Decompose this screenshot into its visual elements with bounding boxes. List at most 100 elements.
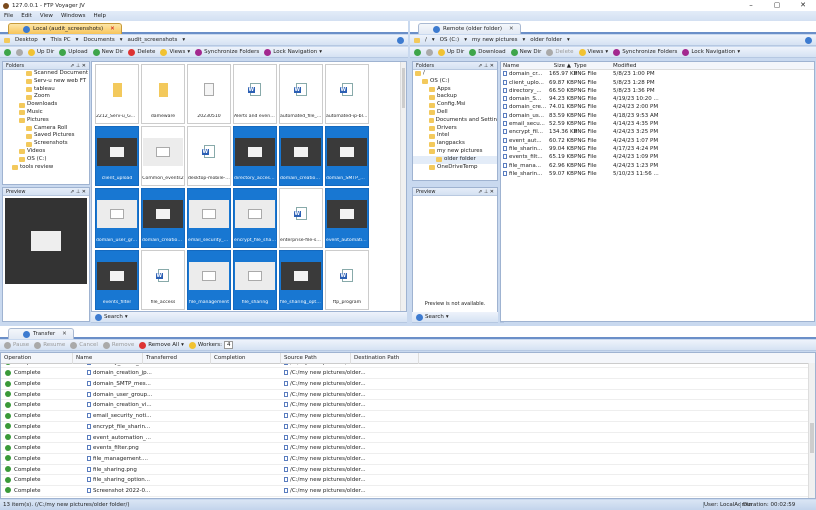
table-row[interactable]: Complete email_security_noti... /C:/my new…	[1, 411, 815, 422]
newdir-button[interactable]: New Dir	[92, 48, 123, 56]
table-row[interactable]: Complete file_sharing.png/C:/my new pictu…	[1, 465, 815, 476]
file-tile[interactable]: domain_user_grou...	[95, 188, 139, 248]
cancel-button[interactable]: Cancel	[70, 341, 98, 349]
table-row[interactable]: Complete domain_user_group... /C:/my new p…	[1, 390, 815, 401]
download-button[interactable]: Download	[469, 48, 506, 56]
delete-button[interactable]: Delete	[128, 48, 155, 56]
panel-controls[interactable]: ⇗ ⊥ ✕	[478, 63, 494, 69]
tree-item[interactable]: backup	[413, 93, 497, 101]
file-row[interactable]: file_sharin... 99.04 KB PNG File 4/17/23 4:…	[501, 145, 814, 153]
crumb[interactable]: OS (C:)	[440, 37, 460, 43]
crumb[interactable]: Documents	[83, 37, 114, 43]
file-row[interactable]: event_aut... 60.72 KB PNG File 4/24/23 1:07…	[501, 137, 814, 145]
tree-item[interactable]: OneDriveTemp	[413, 164, 497, 172]
table-row[interactable]: Complete file_sharing_option... /C:/my new…	[1, 475, 815, 486]
tree-item[interactable]: /	[413, 70, 497, 78]
column-name[interactable]: Name	[501, 62, 549, 70]
panel-controls[interactable]: ⇗ ⊥ ✕	[478, 189, 494, 195]
file-row[interactable]: directory_... 66.50 KB PNG File 5/8/23 1:36…	[501, 87, 814, 95]
column-modified[interactable]: Modified	[613, 62, 673, 70]
file-tile[interactable]: file_access	[141, 250, 185, 310]
forward-icon[interactable]	[16, 48, 23, 56]
file-tile[interactable]: dameware	[141, 64, 185, 124]
column-header[interactable]: Completion	[211, 353, 281, 364]
table-row[interactable]: Complete domain_creation_vi... /C:/my new …	[1, 400, 815, 412]
file-row[interactable]: events_filt... 65.19 KB PNG File 4/24/23 1:…	[501, 153, 814, 161]
vertical-scrollbar[interactable]	[400, 62, 406, 311]
tree-item[interactable]: Dell	[413, 109, 497, 117]
tree-item[interactable]: Screenshots	[3, 140, 89, 148]
crumb[interactable]: my new pictures	[472, 37, 518, 43]
table-row[interactable]: Complete file_management.... /C:/my new pi…	[1, 454, 815, 465]
close-tab-icon[interactable]: ✕	[62, 331, 67, 337]
menu-edit[interactable]: Edit	[21, 13, 32, 19]
crumb[interactable]: /	[425, 37, 427, 43]
tree-item[interactable]: my new pictures	[413, 148, 497, 156]
column-header[interactable]: Destination Path	[351, 353, 419, 364]
column-size[interactable]: Size ▲	[549, 62, 571, 70]
table-row[interactable]: Complete encrypt_file_sharin... /C:/my new…	[1, 422, 815, 433]
file-tile[interactable]: Alerts and events ...	[233, 64, 277, 124]
file-row[interactable]: domain_us... 83.59 KB PNG File 4/18/23 9:53…	[501, 112, 814, 120]
column-header[interactable]: Transferred	[143, 353, 211, 364]
folder-tree[interactable]: Scanned Document Serv-u new web FT tableau…	[3, 70, 89, 171]
refresh-icon[interactable]	[397, 36, 404, 44]
table-row[interactable]: Complete event_automation_... /C:/my new p…	[1, 433, 815, 444]
back-icon[interactable]	[414, 48, 421, 56]
file-tile[interactable]: ftp_program	[325, 250, 369, 310]
tab-local[interactable]: Local (audit_screenshots) ✕	[8, 23, 122, 34]
remove-button[interactable]: Remove	[102, 341, 134, 349]
tree-item[interactable]: Drivers	[413, 125, 497, 133]
file-tile[interactable]: file_management	[187, 250, 231, 310]
panel-controls[interactable]: ⇗ ⊥ ✕	[70, 63, 86, 69]
file-tile[interactable]: 2212_Serv-u_Gat...	[95, 64, 139, 124]
resume-button[interactable]: Resume	[34, 341, 65, 349]
tree-item[interactable]: tableau	[3, 86, 89, 94]
panel-controls[interactable]: ⇗ ⊥ ✕	[70, 189, 86, 195]
close-tab-icon[interactable]: ✕	[110, 26, 115, 32]
tree-item[interactable]: Config.Msi	[413, 101, 497, 109]
maximize-button[interactable]: ▢	[764, 0, 790, 11]
back-icon[interactable]	[4, 48, 11, 56]
file-row[interactable]: domain_S... 94.23 KB PNG File 4/19/23 10:20…	[501, 95, 814, 103]
file-tile[interactable]: automated-ip-bloc...	[325, 64, 369, 124]
tree-item[interactable]: Downloads	[3, 101, 89, 109]
upload-button[interactable]: Upload	[59, 48, 88, 56]
folder-tree[interactable]: / OS (C:) Apps backup Config.Msi Dell Document…	[413, 70, 497, 171]
local-address-bar[interactable]: Desktop ▾ This PC ▾ Documents ▾ audit_scree…	[0, 35, 408, 46]
crumb[interactable]: audit_screenshots	[128, 37, 178, 43]
file-row[interactable]: client_uplo... 69.87 KB PNG File 5/8/23 1:2…	[501, 79, 814, 87]
file-tile[interactable]: file_sharing_options	[279, 250, 323, 310]
file-tile[interactable]: domain_creation_jp	[279, 126, 323, 186]
remote-address-bar[interactable]: / ▾ OS (C:) ▾ my new pictures ▾ older folde…	[410, 35, 816, 46]
file-tile[interactable]: Common_events2	[141, 126, 185, 186]
crumb[interactable]: older folder	[530, 37, 562, 43]
tree-item[interactable]: langpacks	[413, 140, 497, 148]
close-button[interactable]: ✕	[790, 0, 816, 11]
views-button[interactable]: Views ▾	[578, 48, 608, 56]
file-tile[interactable]: enterprise-file-sha...	[279, 188, 323, 248]
updir-button[interactable]: Up Dir	[438, 48, 464, 56]
file-tile[interactable]: domain_SMTP_me...	[325, 126, 369, 186]
file-tile[interactable]: domain_creation_...	[141, 188, 185, 248]
sync-folders-button[interactable]: Synchronize Folders	[613, 48, 677, 56]
remove-all-button[interactable]: Remove All ▾	[139, 341, 184, 349]
file-tile[interactable]: events_filter	[95, 250, 139, 310]
refresh-icon[interactable]	[805, 36, 812, 44]
column-header[interactable]: Source Path	[281, 353, 351, 364]
tab-remote[interactable]: Remote (older folder) ✕	[418, 23, 521, 34]
vertical-scrollbar[interactable]	[808, 363, 815, 498]
file-tile[interactable]: email_security_notif	[187, 188, 231, 248]
tree-item[interactable]: Zoom	[3, 93, 89, 101]
updir-button[interactable]: Up Dir	[28, 48, 54, 56]
file-row[interactable]: file_sharin... 59.07 KB PNG File 5/10/23 11…	[501, 170, 814, 178]
menu-file[interactable]: File	[4, 13, 13, 19]
tree-item[interactable]: OS (C:)	[413, 78, 497, 86]
crumb[interactable]: Desktop	[15, 37, 38, 43]
views-button[interactable]: Views ▾	[160, 48, 190, 56]
file-tile[interactable]: file_sharing	[233, 250, 277, 310]
workers-stepper[interactable]: 4	[223, 341, 234, 349]
crumb[interactable]: This PC	[50, 37, 70, 43]
tree-item[interactable]: Apps	[413, 86, 497, 94]
table-row[interactable]: Complete domain_SMTP_mes... /C:/my new pic…	[1, 379, 815, 390]
